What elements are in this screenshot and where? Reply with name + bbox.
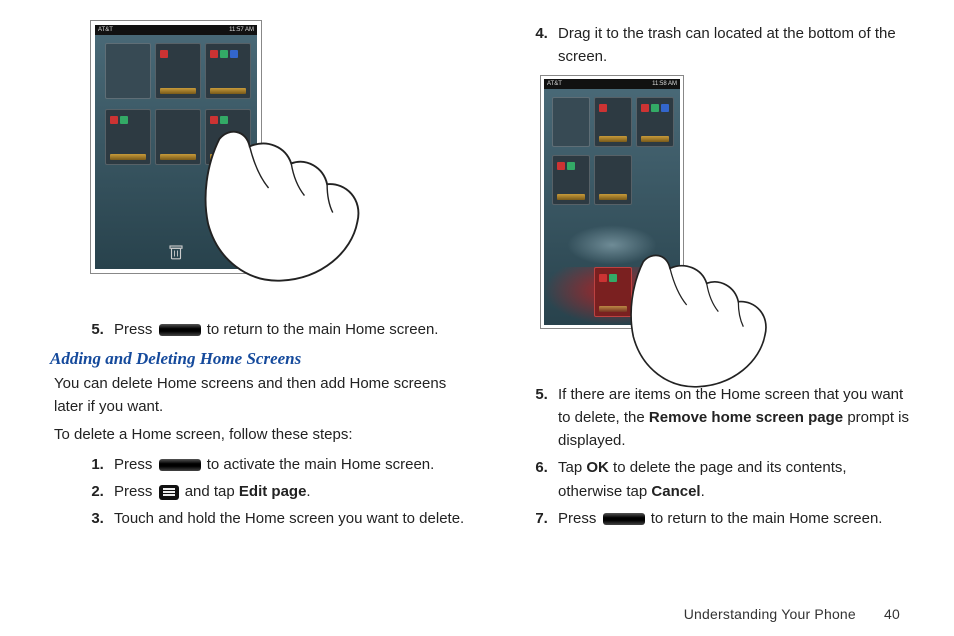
home-thumb [636,97,674,147]
carrier-label: AT&T [547,81,562,87]
step-list-right: If there are items on the Home screen th… [510,383,910,531]
step-text: . [701,483,705,500]
left-column: AT&T 11:57 AM [50,20,470,537]
figure-home-screen-edit: AT&T 11:57 AM [90,20,390,310]
intro-paragraph: You can delete Home screens and then add… [50,373,470,418]
lead-paragraph: To delete a Home screen, follow these st… [50,424,470,447]
home-thumb [155,109,201,165]
step-item: Press to return to the main Home screen. [552,507,910,530]
step-text: to return to the main Home screen. [651,510,883,527]
hand-pointer-icon [620,245,800,395]
step-list-right-top: Drag it to the trash can located at the … [510,22,910,69]
subheading: Adding and Deleting Home Screens [50,349,470,369]
step-item: Tap OK to delete the page and its conten… [552,456,910,503]
step-text: Tap [558,459,582,476]
step-text: to return to the main Home screen. [207,321,439,338]
phone-statusbar: AT&T 11:57 AM [95,25,257,35]
home-thumb [594,155,632,205]
home-key-icon [603,513,645,525]
step-list-top: Press to return to the main Home screen. [50,318,470,341]
home-thumb [105,109,151,165]
step-text: to activate the main Home screen. [207,456,435,473]
section-title: Understanding Your Phone [684,606,856,622]
hand-pointer-icon [200,120,390,290]
step-text: Press [114,456,152,473]
home-thumb [105,43,151,99]
figure-drag-to-trash: AT&T 11:58 AM [540,75,800,375]
page-footer: Understanding Your Phone 40 [684,606,900,622]
page-number: 40 [884,606,900,622]
step-list-main: Press to activate the main Home screen. … [50,453,470,531]
time-label: 11:57 AM [229,27,254,33]
home-thumb [594,97,632,147]
home-thumb [552,97,590,147]
home-thumb [155,43,201,99]
step-item: Touch and hold the Home screen you want … [108,507,470,530]
step-item: Press to activate the main Home screen. [108,453,470,476]
step-text: Press [558,510,596,527]
step-item: Drag it to the trash can located at the … [552,22,910,69]
trash-icon [167,243,185,261]
step-item: Press and tap Edit page. [108,480,470,503]
step-item: Press to return to the main Home screen. [108,318,470,341]
home-thumb [552,155,590,205]
step-text: Press [114,321,152,338]
menu-key-icon [159,485,179,500]
bold-label: Cancel [651,483,700,500]
step-text: . [306,483,310,500]
home-thumb [205,43,251,99]
right-column: Drag it to the trash can located at the … [510,20,910,537]
step-text: Press [114,483,152,500]
carrier-label: AT&T [98,27,113,33]
home-key-icon [159,459,201,471]
home-key-icon [159,324,201,336]
step-text: and tap [185,483,235,500]
phone-statusbar: AT&T 11:58 AM [544,79,680,89]
time-label: 11:58 AM [652,81,677,87]
step-text: Touch and hold the Home screen you want … [114,510,464,527]
bold-label: Remove home screen page [649,409,843,426]
bold-label: OK [586,459,609,476]
step-text: Drag it to the trash can located at the … [558,25,896,65]
bold-label: Edit page [239,483,307,500]
